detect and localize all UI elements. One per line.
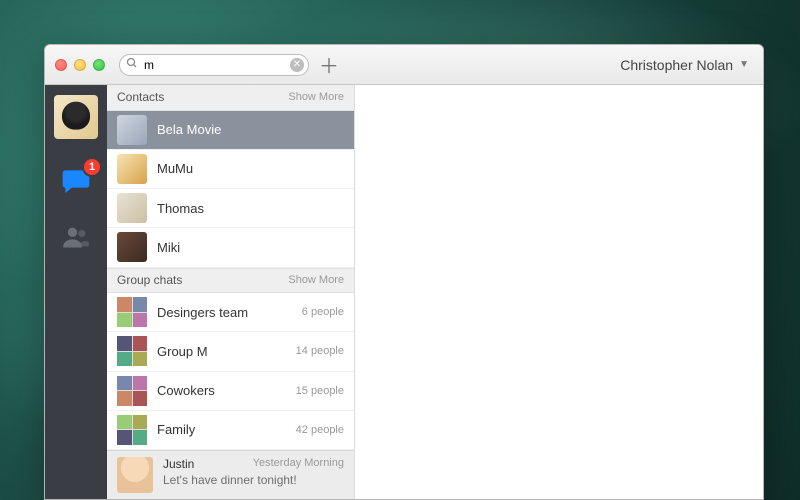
contact-row[interactable]: Miki — [107, 228, 354, 267]
sidebar-nav: 1 — [45, 85, 107, 499]
group-member-count: 15 people — [296, 385, 344, 397]
contact-name: Thomas — [157, 201, 204, 216]
recent-chat-time: Yesterday Morning — [253, 457, 344, 471]
recent-chat-row[interactable]: Justin Yesterday Morning Let's have dinn… — [107, 450, 354, 499]
group-row[interactable]: Desingers team 6 people — [107, 293, 354, 332]
group-member-count: 42 people — [296, 424, 344, 436]
group-row[interactable]: Group M 14 people — [107, 332, 354, 371]
minimize-window-button[interactable] — [74, 59, 86, 71]
group-row[interactable]: Cowokers 15 people — [107, 372, 354, 411]
chats-unread-badge: 1 — [84, 159, 100, 175]
avatar — [117, 232, 147, 262]
new-chat-button[interactable]: ＋ — [317, 53, 341, 77]
group-row[interactable]: Family 42 people — [107, 411, 354, 450]
contact-row[interactable]: Bela Movie — [107, 111, 354, 150]
group-name: Family — [157, 422, 195, 437]
search-input[interactable] — [119, 54, 309, 76]
nav-contacts[interactable] — [62, 223, 90, 256]
avatar — [117, 115, 147, 145]
zoom-window-button[interactable] — [93, 59, 105, 71]
group-name: Desingers team — [157, 305, 248, 320]
app-window: ✕ ＋ Christopher Nolan ▼ 1 — [44, 44, 764, 500]
titlebar: ✕ ＋ Christopher Nolan ▼ — [45, 45, 763, 85]
group-avatar — [117, 415, 147, 445]
search-icon — [126, 56, 138, 74]
groups-show-more[interactable]: Show More — [288, 274, 344, 286]
chat-detail-pane — [355, 85, 763, 499]
account-name: Christopher Nolan — [620, 57, 733, 73]
groups-section-header: Group chats Show More — [107, 268, 354, 294]
recent-chat-name: Justin — [163, 457, 194, 471]
groups-section-title: Group chats — [117, 273, 182, 287]
contact-name: Bela Movie — [157, 122, 221, 137]
group-avatar — [117, 336, 147, 366]
avatar — [117, 193, 147, 223]
clear-search-icon[interactable]: ✕ — [290, 58, 304, 72]
nav-chats[interactable]: 1 — [60, 165, 92, 197]
contacts-section-title: Contacts — [117, 90, 164, 104]
group-name: Cowokers — [157, 383, 215, 398]
search-field-wrap: ✕ — [119, 54, 309, 76]
recent-chat-preview: Let's have dinner tonight! — [163, 473, 344, 487]
avatar — [117, 154, 147, 184]
contact-row[interactable]: MuMu — [107, 150, 354, 189]
contacts-section-header: Contacts Show More — [107, 85, 354, 111]
group-avatar — [117, 297, 147, 327]
chevron-down-icon: ▼ — [739, 59, 749, 70]
group-member-count: 6 people — [302, 306, 344, 318]
recent-chat-main: Justin Yesterday Morning Let's have dinn… — [163, 457, 344, 493]
account-menu[interactable]: Christopher Nolan ▼ — [616, 53, 753, 77]
contact-name: Miki — [157, 240, 180, 255]
window-controls — [55, 59, 105, 71]
group-avatar — [117, 376, 147, 406]
group-member-count: 14 people — [296, 345, 344, 357]
close-window-button[interactable] — [55, 59, 67, 71]
desktop-wallpaper: ✕ ＋ Christopher Nolan ▼ 1 — [0, 0, 800, 500]
avatar — [117, 457, 153, 493]
contacts-show-more[interactable]: Show More — [288, 91, 344, 103]
contact-name: MuMu — [157, 161, 193, 176]
group-name: Group M — [157, 344, 208, 359]
search-results-panel: Contacts Show More Bela Movie MuMu Thoma… — [107, 85, 355, 499]
contact-row[interactable]: Thomas — [107, 189, 354, 228]
my-avatar[interactable] — [54, 95, 98, 139]
window-body: 1 Contacts Show More Bela Movie MuMu — [45, 85, 763, 499]
